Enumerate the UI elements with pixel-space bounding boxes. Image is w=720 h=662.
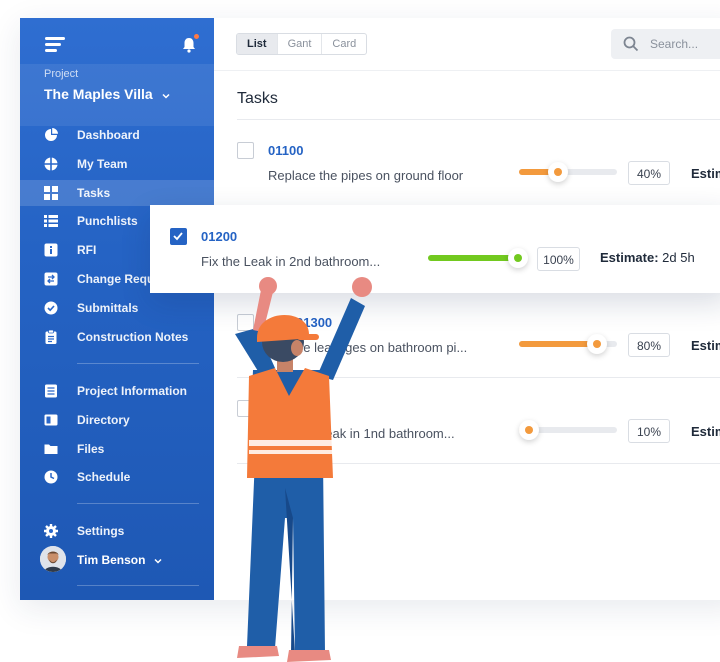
check-icon [173,232,183,241]
estimate: Estimate: 2d 5h [600,250,695,265]
progress-fill [428,255,518,261]
change-icon [44,272,58,286]
clipboard-icon [45,330,57,344]
sidebar-item-label: RFI [77,243,97,257]
task-checkbox[interactable] [170,228,187,245]
sidebar-item-files[interactable]: Files [20,436,214,462]
task-description: Replace the pipes on ground floor [268,168,464,183]
sidebar-item-label: Construction Notes [77,330,189,344]
sidebar-item-label: Files [77,442,105,456]
sidebar-item-label: Settings [77,524,125,538]
page-title: Tasks [237,90,278,107]
progress-slider[interactable] [428,248,528,268]
progress-knob[interactable] [508,248,528,268]
task-checkbox[interactable] [237,142,254,159]
sidebar-divider [77,503,199,504]
estimate-label: Estim [691,338,720,353]
project-name[interactable]: The Maples Villa [44,86,153,102]
notification-dot [194,34,199,39]
gear-icon [44,524,58,538]
sidebar-item-project-information[interactable]: Project Information [20,378,214,404]
progress-slider[interactable] [519,420,617,440]
sidebar-item-my-team[interactable]: My Team [20,151,214,177]
team-icon [44,157,58,171]
user-avatar-icon [40,546,66,572]
user-name[interactable]: Tim Benson [77,553,145,567]
tab-card[interactable]: Card [322,34,366,54]
task-id[interactable]: 01200 [201,229,237,244]
progress-percent: 40% [628,161,670,185]
list-icon [44,215,58,227]
sidebar-item-construction-notes[interactable]: Construction Notes [20,324,214,350]
estimate-label-text: Estim [691,338,720,353]
title-divider [237,119,720,120]
folder-icon [44,444,58,454]
chevron-down-icon[interactable] [161,91,171,101]
progress-slider[interactable] [519,334,617,354]
tab-gant[interactable]: Gant [278,34,323,54]
sidebar-header [20,18,214,70]
sidebar-item-label: Tasks [77,186,111,200]
progress-slider[interactable] [519,162,617,182]
tab-list[interactable]: List [237,34,278,54]
progress-percent: 10% [628,419,670,443]
sidebar-item-directory[interactable]: Directory [20,407,214,433]
sidebar-item-submittals[interactable]: Submittals [20,295,214,321]
sidebar-divider [77,585,199,586]
sidebar-divider [77,363,199,364]
estimate-label: Estim [691,166,720,181]
pie-chart-icon [45,128,58,141]
clock-icon [44,470,58,484]
sidebar-item-label: Project Information [77,384,188,398]
avatar[interactable] [40,546,66,572]
estimate-label-text: Estim [691,424,720,439]
sidebar: Project The Maples Villa Dashboard My Te… [20,18,214,600]
estimate-label-text: Estimate: [600,250,659,265]
sidebar-item-tasks[interactable]: Tasks [20,180,214,206]
chevron-down-icon[interactable] [153,556,163,566]
project-label: Project [44,68,79,80]
construction-worker-illustration [235,277,372,662]
book-icon [44,414,58,426]
view-switcher: List Gant Card [236,33,368,55]
progress-fill [519,341,597,347]
sidebar-item-label: Directory [77,413,130,427]
task-id[interactable]: 01100 [268,143,303,158]
progress-knob[interactable] [548,162,568,182]
sidebar-item-schedule[interactable]: Schedule [20,464,214,490]
sidebar-item-label: My Team [77,157,128,171]
topbar-divider [214,70,720,71]
check-circle-icon [44,301,58,315]
progress-percent: 100% [537,247,580,271]
task-description: Fix the Leak in 2nd bathroom... [201,254,381,269]
progress-percent: 80% [628,333,670,357]
project-selector[interactable]: Project The Maples Villa [20,64,214,126]
sidebar-item-dashboard[interactable]: Dashboard [20,122,214,148]
document-icon [45,384,57,398]
grid-icon [44,186,58,200]
progress-knob[interactable] [519,420,539,440]
sidebar-item-label: Change Requ [77,272,155,286]
sidebar-item-label: Schedule [77,470,131,484]
sidebar-item-label: Dashboard [77,128,140,142]
estimate-label-text: Estim [691,166,720,181]
info-icon [44,243,58,257]
estimate-label: Estim [691,424,720,439]
sidebar-item-settings[interactable]: Settings [20,518,214,544]
sidebar-item-label: Submittals [77,301,139,315]
menu-icon[interactable] [45,37,65,52]
search-box [611,29,720,59]
estimate-value: 2d 5h [662,250,695,265]
progress-knob[interactable] [587,334,607,354]
search-input[interactable] [650,35,720,53]
search-icon [623,36,639,52]
sidebar-item-label: Punchlists [77,214,138,228]
